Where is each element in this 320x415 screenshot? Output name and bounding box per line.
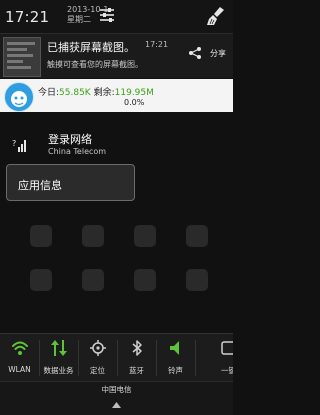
clock: 17:21 — [5, 8, 50, 26]
quick-toggle-bluetooth[interactable]: 蓝牙 — [117, 333, 156, 381]
location-label: 定位 — [90, 366, 105, 375]
carrier-label: 中国电信 — [101, 385, 132, 394]
app-logo-icon — [4, 82, 34, 112]
bg-app-icon — [82, 269, 104, 291]
app-info-menu-item[interactable]: 应用信息 — [18, 177, 62, 193]
location-icon — [89, 340, 106, 356]
quick-toggle-ringtone[interactable]: 铃声 — [156, 333, 195, 381]
share-button[interactable]: 分享 — [210, 48, 226, 59]
usage-percent: 0.0% — [124, 98, 145, 107]
svg-text:?: ? — [12, 139, 16, 148]
wlan-label: WLAN — [8, 365, 31, 374]
quick-toggle-location[interactable]: 定位 — [78, 333, 117, 381]
wifi-icon — [11, 341, 28, 355]
quick-toggle-onekey[interactable]: 一键 — [195, 333, 233, 381]
clear-brush-icon[interactable] — [206, 6, 226, 26]
remaining-value: 119.95M — [114, 88, 154, 98]
screenshot-time: 17:21 — [145, 40, 169, 49]
bg-app-icon — [30, 269, 52, 291]
bg-app-icon — [134, 225, 156, 247]
bluetooth-icon — [132, 340, 142, 356]
today-label: 今日: — [38, 88, 60, 98]
signal-question-icon: ? — [12, 139, 26, 152]
onekey-label: 一键 — [221, 366, 233, 375]
bg-app-icon — [134, 269, 156, 291]
screenshot-subtitle: 触摸可查看您的屏幕截图。 — [47, 60, 143, 69]
ringtone-label: 铃声 — [168, 366, 183, 375]
data-arrows-icon — [50, 340, 67, 356]
today-value: 55.85K — [59, 88, 91, 98]
screenshot-title: 已捕获屏幕截图。 — [47, 41, 135, 54]
carrier-subtitle: China Telecom — [48, 147, 107, 156]
screenshot-thumbnail — [3, 37, 41, 77]
data-label: 数据业务 — [43, 366, 74, 375]
quick-toggle-data[interactable]: 数据业务 — [39, 333, 78, 381]
bluetooth-label: 蓝牙 — [129, 366, 144, 375]
drag-handle-icon[interactable] — [112, 402, 121, 408]
background-app-grid — [0, 113, 233, 332]
bg-app-icon — [186, 225, 208, 247]
speaker-icon — [169, 341, 179, 355]
data-usage-text: 今日:55.85K 剩余:119.95M — [38, 85, 154, 98]
bg-app-icon — [30, 225, 52, 247]
more-icon — [221, 341, 233, 355]
settings-sliders-icon[interactable] — [98, 6, 116, 24]
login-network-title[interactable]: 登录网络 — [48, 131, 92, 147]
bg-app-icon — [186, 269, 208, 291]
share-icon[interactable] — [188, 46, 202, 60]
bg-app-icon — [82, 225, 104, 247]
quick-toggle-wlan[interactable]: WLAN — [0, 333, 39, 381]
remaining-label: 剩余: — [93, 88, 115, 98]
